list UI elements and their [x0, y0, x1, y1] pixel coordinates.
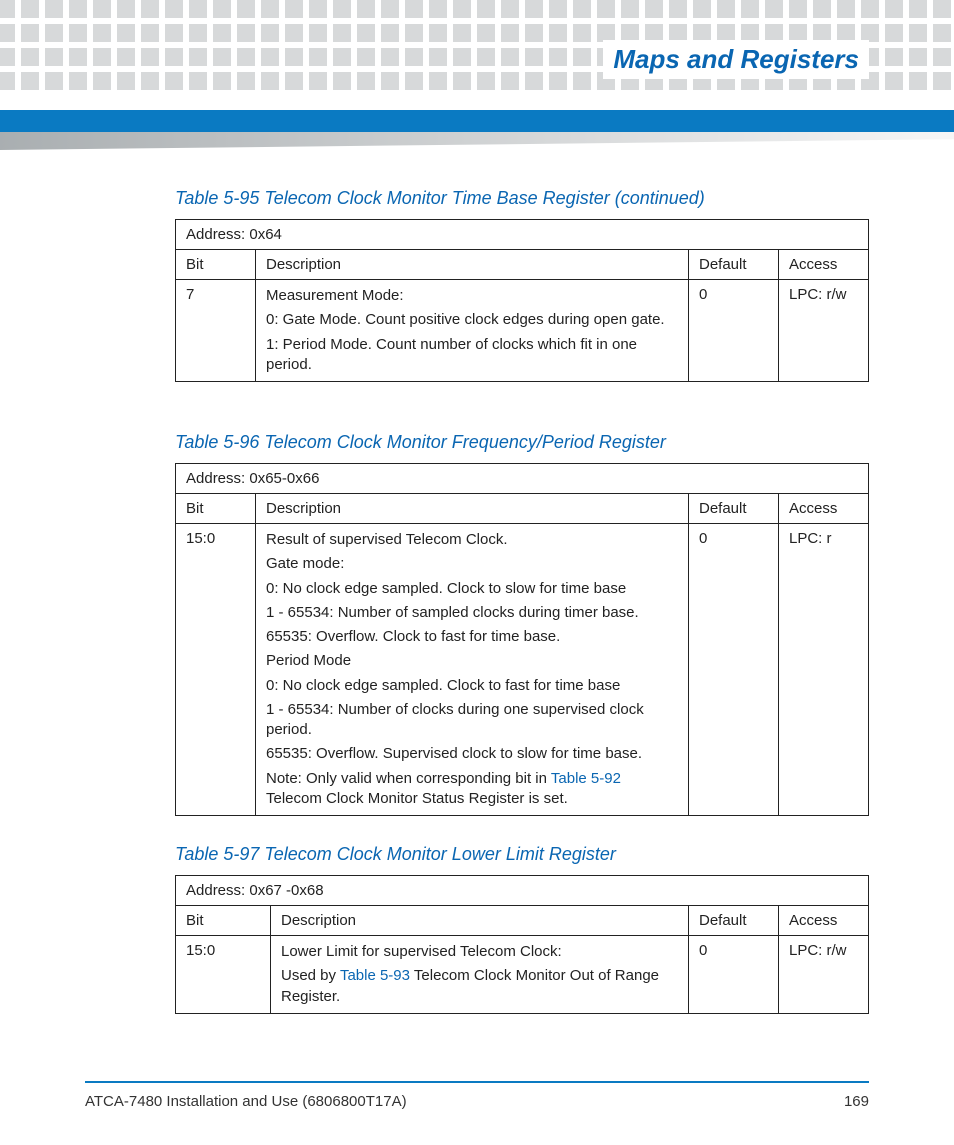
col-access: Access [779, 906, 869, 936]
header-shadow [0, 132, 954, 150]
col-access: Access [779, 250, 869, 280]
desc-note: Note: Only valid when corresponding bit … [266, 769, 678, 810]
table-link[interactable]: Table 5-92 [551, 770, 621, 787]
address-cell: Address: 0x65-0x66 [176, 464, 869, 494]
col-bit: Bit [176, 906, 271, 936]
address-row: Address: 0x65-0x66 [176, 464, 869, 494]
col-bit: Bit [176, 250, 256, 280]
desc-cell: Lower Limit for supervised Telecom Clock… [271, 936, 689, 1014]
desc-line: 65535: Overflow. Supervised clock to slo… [266, 744, 678, 764]
header-bar [0, 110, 954, 132]
bit-cell: 15:0 [176, 524, 256, 816]
desc-line: 0: No clock edge sampled. Clock to fast … [266, 676, 678, 696]
address-cell: Address: 0x64 [176, 220, 869, 250]
bit-cell: 7 [176, 280, 256, 382]
register-table: Address: 0x67 -0x68 Bit Description Defa… [175, 875, 869, 1014]
col-desc: Description [271, 906, 689, 936]
default-cell: 0 [689, 936, 779, 1014]
desc-line: 0: No clock edge sampled. Clock to slow … [266, 579, 678, 599]
table-row: 15:0 Lower Limit for supervised Telecom … [176, 936, 869, 1014]
col-default: Default [689, 250, 779, 280]
address-row: Address: 0x64 [176, 220, 869, 250]
desc-line: Gate mode: [266, 554, 678, 574]
table-caption: Table 5-96 Telecom Clock Monitor Frequen… [175, 432, 869, 453]
desc-line: 65535: Overflow. Clock to fast for time … [266, 627, 678, 647]
col-default: Default [689, 494, 779, 524]
desc-line: 1 - 65534: Number of sampled clocks duri… [266, 603, 678, 623]
col-access: Access [779, 494, 869, 524]
section-title: Maps and Registers [603, 40, 869, 79]
table-caption: Table 5-97 Telecom Clock Monitor Lower L… [175, 844, 869, 865]
desc-line: Measurement Mode: [266, 286, 678, 306]
default-cell: 0 [689, 280, 779, 382]
access-cell: LPC: r/w [779, 936, 869, 1014]
table-link[interactable]: Table 5-93 [340, 967, 410, 984]
desc-line: 1 - 65534: Number of clocks during one s… [266, 700, 678, 741]
footer-page-number: 169 [844, 1093, 869, 1110]
col-default: Default [689, 906, 779, 936]
page-content: Table 5-95 Telecom Clock Monitor Time Ba… [175, 180, 869, 1014]
table-row: 7 Measurement Mode: 0: Gate Mode. Count … [176, 280, 869, 382]
default-cell: 0 [689, 524, 779, 816]
address-cell: Address: 0x67 -0x68 [176, 876, 869, 906]
bit-cell: 15:0 [176, 936, 271, 1014]
col-desc: Description [256, 250, 689, 280]
header-row: Bit Description Default Access [176, 494, 869, 524]
desc-line: 1: Period Mode. Count number of clocks w… [266, 335, 678, 376]
desc-line: Period Mode [266, 651, 678, 671]
desc-cell: Measurement Mode: 0: Gate Mode. Count po… [256, 280, 689, 382]
header-row: Bit Description Default Access [176, 906, 869, 936]
desc-cell: Result of supervised Telecom Clock. Gate… [256, 524, 689, 816]
table-row: 15:0 Result of supervised Telecom Clock.… [176, 524, 869, 816]
header-row: Bit Description Default Access [176, 250, 869, 280]
page-footer: ATCA-7480 Installation and Use (6806800T… [85, 1081, 869, 1110]
address-row: Address: 0x67 -0x68 [176, 876, 869, 906]
col-desc: Description [256, 494, 689, 524]
desc-line: Result of supervised Telecom Clock. [266, 530, 678, 550]
col-bit: Bit [176, 494, 256, 524]
access-cell: LPC: r/w [779, 280, 869, 382]
table-caption: Table 5-95 Telecom Clock Monitor Time Ba… [175, 188, 869, 209]
footer-doc-title: ATCA-7480 Installation and Use (6806800T… [85, 1093, 407, 1110]
desc-line: Lower Limit for supervised Telecom Clock… [281, 942, 678, 962]
desc-note: Used by Table 5-93 Telecom Clock Monitor… [281, 966, 678, 1007]
access-cell: LPC: r [779, 524, 869, 816]
register-table: Address: 0x65-0x66 Bit Description Defau… [175, 463, 869, 816]
register-table: Address: 0x64 Bit Description Default Ac… [175, 219, 869, 382]
desc-line: 0: Gate Mode. Count positive clock edges… [266, 310, 678, 330]
